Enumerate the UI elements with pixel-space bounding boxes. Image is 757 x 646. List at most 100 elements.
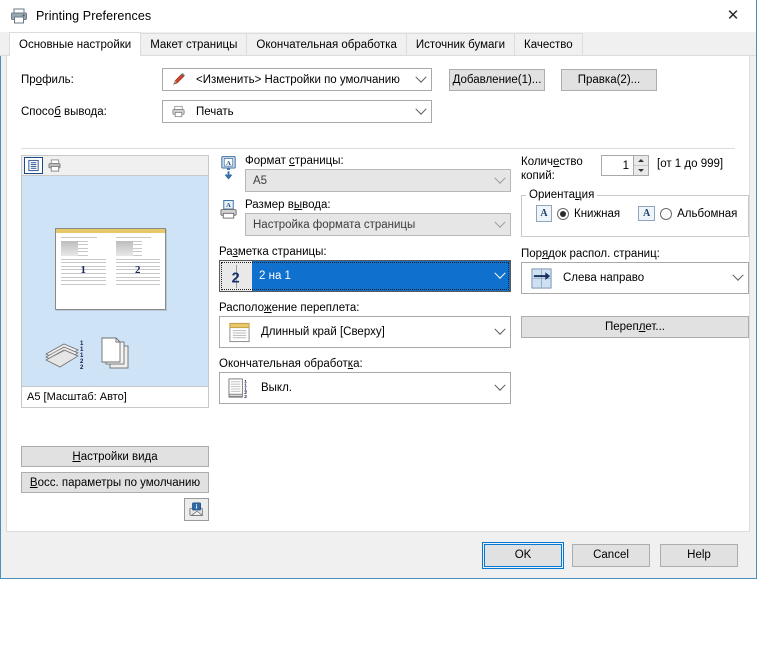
output-method-value: Печать bbox=[196, 105, 234, 118]
page-size-value: A5 bbox=[253, 174, 268, 187]
view-settings-button[interactable]: Настройки вида bbox=[21, 446, 209, 467]
left-to-right-icon bbox=[526, 267, 556, 290]
two-up-icon: 2 bbox=[220, 261, 252, 291]
profile-combobox[interactable]: <Изменить> Настройки по умолчанию bbox=[162, 68, 432, 91]
copies-range-hint: [от 1 до 999] bbox=[657, 158, 724, 170]
page-order-label: Порядок распол. страниц: bbox=[521, 248, 660, 260]
edit-profile-label: Правка(2)... bbox=[577, 73, 641, 86]
chevron-down-icon[interactable] bbox=[490, 170, 510, 191]
chevron-down-icon[interactable] bbox=[411, 101, 431, 122]
add-profile-label: Добавление(1)... bbox=[452, 73, 542, 86]
copies-increment-button[interactable] bbox=[634, 156, 648, 165]
page-size-field: A Формат страницы: A5 bbox=[219, 155, 511, 192]
portrait-label: Книжная bbox=[574, 207, 621, 220]
preview-canvas: 1 2 1 1 1 2 2 bbox=[21, 175, 209, 387]
orientation-portrait-option[interactable]: A Книжная bbox=[536, 205, 620, 222]
bottom-left-buttons: Настройки вида Восс. параметры по умолча… bbox=[21, 446, 209, 521]
copies-icon bbox=[101, 337, 129, 369]
preview-output-icons: 11 122 bbox=[44, 336, 136, 370]
copies-label: Количество копий: bbox=[521, 156, 583, 182]
binding-location-label: Расположение переплета: bbox=[219, 302, 360, 314]
portrait-radio[interactable] bbox=[557, 207, 569, 220]
tab-label: Источник бумаги bbox=[415, 39, 506, 51]
finishing-field: Окончательная обработка: 1 1 1 2 2 Выкл. bbox=[219, 358, 511, 404]
window-left-edge bbox=[0, 0, 1, 578]
close-button[interactable]: ✕ bbox=[710, 0, 756, 31]
portrait-icon: A bbox=[536, 205, 552, 222]
page-order-field: Порядок распол. страниц: Слева направо bbox=[521, 248, 749, 294]
copies-decrement-button[interactable] bbox=[634, 165, 648, 175]
help-button[interactable]: Help bbox=[660, 543, 738, 567]
output-size-label: Размер вывода: bbox=[245, 199, 331, 211]
copies-spin-buttons bbox=[633, 156, 648, 175]
tab-istochnik-bumagi[interactable]: Источник бумаги bbox=[405, 33, 516, 56]
page-layout-combobox[interactable]: 2 2 на 1 bbox=[219, 260, 511, 292]
ok-button[interactable]: OK bbox=[482, 541, 564, 569]
tab-label: Окончательная обработка bbox=[256, 39, 397, 51]
svg-text:i: i bbox=[195, 503, 197, 510]
chevron-down-icon[interactable] bbox=[411, 69, 431, 90]
edit-profile-button[interactable]: Правка(2)... bbox=[561, 68, 657, 91]
binding-location-combobox[interactable]: Длинный край [Сверху] bbox=[219, 316, 511, 348]
printer-small-icon bbox=[167, 104, 189, 119]
page-layout-field: Разметка страницы: 2 2 на 1 bbox=[219, 246, 511, 292]
view-settings-label: Настройки вида bbox=[72, 450, 158, 463]
landscape-icon: A bbox=[638, 206, 656, 221]
profile-row: Профиль: <Изменить> Настройки по умолчан… bbox=[7, 68, 749, 91]
tab-label: Качество bbox=[524, 39, 573, 51]
page-layout-label: Разметка страницы: bbox=[219, 246, 327, 258]
page-size-combobox[interactable]: A5 bbox=[245, 169, 511, 192]
copies-value[interactable]: 1 bbox=[602, 160, 633, 172]
tab-maket-stranitsy[interactable]: Макет страницы bbox=[140, 33, 248, 56]
chevron-down-icon[interactable] bbox=[490, 261, 510, 291]
page-size-label: Формат страницы: bbox=[245, 155, 344, 167]
monitor-page-icon: A bbox=[219, 155, 245, 186]
preview-page-number: 1 bbox=[80, 264, 87, 276]
cancel-label: Cancel bbox=[593, 549, 629, 561]
chevron-down-icon[interactable] bbox=[490, 373, 510, 403]
info-printer-icon[interactable]: i bbox=[184, 498, 209, 521]
profile-label: Профиль: bbox=[21, 73, 74, 86]
copies-stepper[interactable]: 1 bbox=[601, 155, 649, 176]
preview-subpage-2: 2 bbox=[111, 233, 166, 309]
svg-text:2: 2 bbox=[80, 365, 84, 370]
orientation-landscape-option[interactable]: A Альбомная bbox=[638, 206, 737, 221]
chevron-down-icon[interactable] bbox=[728, 263, 748, 293]
preview-status-text: A5 [Масштаб: Авто] bbox=[27, 391, 127, 403]
preview-subpage-1: 1 bbox=[56, 233, 111, 309]
preview-toolbar bbox=[21, 155, 209, 175]
pencil-icon bbox=[167, 72, 189, 87]
collate-off-icon: 11 122 bbox=[224, 377, 254, 400]
tab-bar: Основные настройки Макет страницы Оконча… bbox=[0, 32, 756, 56]
printer-view-icon[interactable] bbox=[45, 157, 64, 174]
chevron-down-icon[interactable] bbox=[490, 317, 510, 347]
titlebar: Printing Preferences ✕ bbox=[0, 0, 756, 32]
paper-stack-icon: 11 122 bbox=[45, 341, 84, 370]
orientation-legend: Ориентация bbox=[529, 189, 595, 201]
profile-value: <Изменить> Настройки по умолчанию bbox=[196, 73, 400, 86]
output-method-combobox[interactable]: Печать bbox=[162, 100, 432, 123]
help-label: Help bbox=[687, 549, 711, 561]
finishing-value: Выкл. bbox=[261, 382, 293, 394]
page-order-combobox[interactable]: Слева направо bbox=[521, 262, 749, 294]
landscape-radio[interactable] bbox=[660, 207, 673, 220]
document-view-icon[interactable] bbox=[24, 157, 43, 174]
preview-status: A5 [Масштаб: Авто] bbox=[21, 387, 209, 408]
finishing-label: Окончательная обработка: bbox=[219, 358, 363, 370]
chevron-down-icon[interactable] bbox=[490, 214, 510, 235]
tab-okonchatelnaya-obrabotka[interactable]: Окончательная обработка bbox=[246, 33, 407, 56]
add-profile-button[interactable]: Добавление(1)... bbox=[449, 68, 545, 91]
restore-defaults-button[interactable]: Восс. параметры по умолчанию bbox=[21, 472, 209, 493]
tab-kachestvo[interactable]: Качество bbox=[514, 33, 583, 56]
output-size-combobox[interactable]: Настройка формата страницы bbox=[245, 213, 511, 236]
cancel-button[interactable]: Cancel bbox=[572, 543, 650, 567]
printer-page-icon: A bbox=[219, 199, 245, 226]
finishing-combobox[interactable]: 11 122 Выкл. bbox=[219, 372, 511, 404]
page-layout-value: 2 на 1 bbox=[259, 270, 291, 282]
dialog-footer: OK Cancel Help bbox=[0, 532, 756, 578]
tab-osnovnye-nastroyki[interactable]: Основные настройки bbox=[9, 32, 142, 56]
svg-text:2: 2 bbox=[231, 270, 239, 286]
right-column: Количество копий: 1 [от 1 до 999] Ориент… bbox=[521, 155, 749, 338]
binding-button[interactable]: Переплет... bbox=[521, 316, 749, 338]
preview-page: 1 2 bbox=[55, 228, 166, 310]
